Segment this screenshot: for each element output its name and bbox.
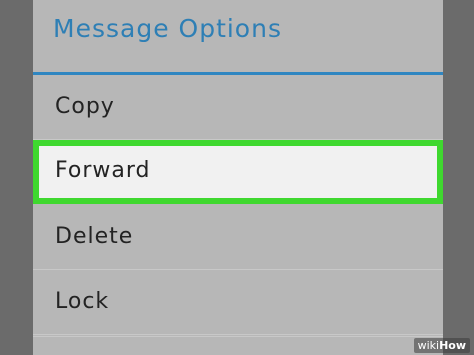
message-options-dialog: Message Options Copy Forward Delete Lock: [33, 0, 443, 355]
wikihow-watermark: wikiHow: [413, 338, 470, 353]
menu-item-lock[interactable]: Lock: [33, 271, 443, 335]
screen: Message Options Copy Forward Delete Lock…: [0, 0, 474, 355]
menu-item-partial[interactable]: [33, 336, 443, 355]
menu-item-forward[interactable]: Forward: [33, 140, 443, 204]
dialog-title: Message Options: [53, 14, 282, 43]
menu-item-label: Copy: [55, 94, 115, 119]
menu-item-label: Lock: [55, 289, 110, 314]
watermark-prefix: wiki: [417, 339, 440, 352]
menu-item-delete[interactable]: Delete: [33, 206, 443, 270]
watermark-suffix: How: [439, 339, 466, 352]
menu-item-label: Delete: [55, 224, 134, 249]
menu-item-copy[interactable]: Copy: [33, 76, 443, 140]
menu-item-label: Forward: [55, 158, 151, 183]
title-divider: [33, 72, 443, 75]
